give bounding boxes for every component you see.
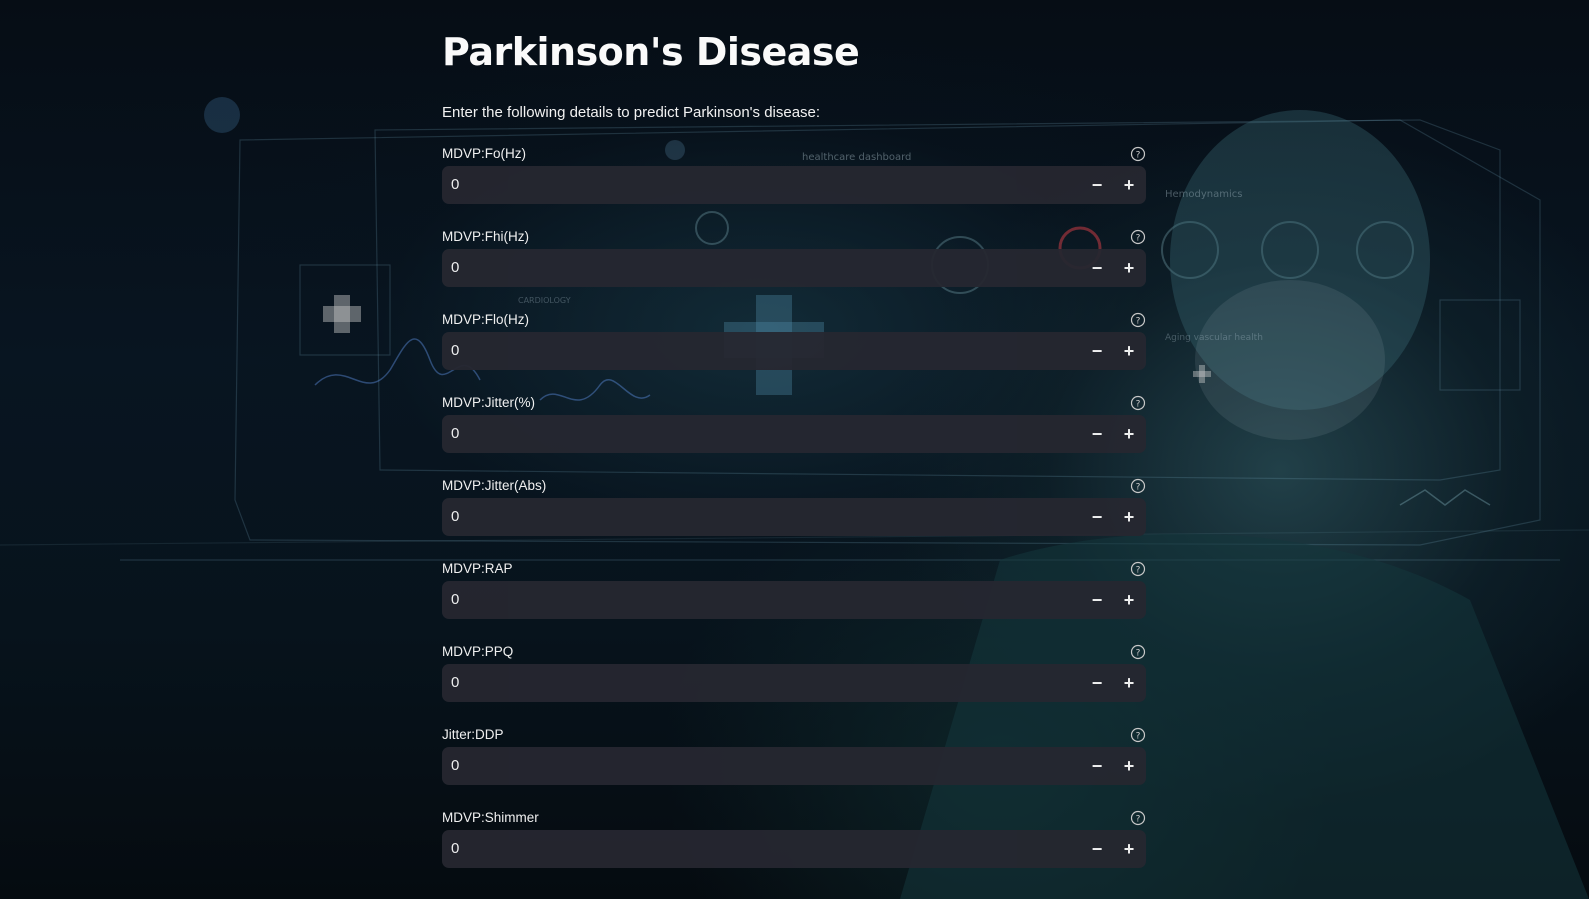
- increment-button[interactable]: +: [1113, 664, 1145, 702]
- svg-text:?: ?: [1136, 732, 1141, 742]
- increment-button[interactable]: +: [1113, 830, 1145, 868]
- increment-button[interactable]: +: [1113, 581, 1145, 619]
- field-mdvp-fhi-hz: MDVP:Fhi(Hz) ? − +: [442, 229, 1146, 305]
- number-input-container: − +: [442, 332, 1146, 370]
- number-input-container: − +: [442, 415, 1146, 453]
- increment-button[interactable]: +: [1113, 415, 1145, 453]
- decrement-button[interactable]: −: [1081, 581, 1113, 619]
- field-jitter-ddp: Jitter:DDP ? − +: [442, 727, 1146, 803]
- number-input[interactable]: [442, 249, 1062, 287]
- field-mdvp-fo-hz: MDVP:Fo(Hz) ? − +: [442, 146, 1146, 222]
- decrement-button[interactable]: −: [1081, 664, 1113, 702]
- question-circle-icon[interactable]: ?: [1130, 727, 1146, 743]
- number-input[interactable]: [442, 166, 1062, 204]
- field-label: MDVP:PPQ: [442, 644, 514, 659]
- field-mdvp-jitter-percent: MDVP:Jitter(%) ? − +: [442, 395, 1146, 471]
- decrement-button[interactable]: −: [1081, 249, 1113, 287]
- svg-text:?: ?: [1136, 400, 1141, 410]
- hemodynamics-text: Hemodynamics: [1165, 189, 1243, 200]
- increment-button[interactable]: +: [1113, 249, 1145, 287]
- svg-text:?: ?: [1136, 483, 1141, 493]
- field-mdvp-shimmer: MDVP:Shimmer ? − +: [442, 810, 1146, 886]
- question-circle-icon[interactable]: ?: [1130, 644, 1146, 660]
- number-input[interactable]: [442, 332, 1062, 370]
- increment-button[interactable]: +: [1113, 332, 1145, 370]
- question-circle-icon[interactable]: ?: [1130, 810, 1146, 826]
- increment-button[interactable]: +: [1113, 498, 1145, 536]
- decrement-button[interactable]: −: [1081, 747, 1113, 785]
- aging-vascular-health-text: Aging vascular health: [1165, 333, 1263, 343]
- number-input[interactable]: [442, 498, 1062, 536]
- number-input-container: − +: [442, 166, 1146, 204]
- decrement-button[interactable]: −: [1081, 830, 1113, 868]
- field-label: MDVP:RAP: [442, 561, 513, 576]
- svg-text:?: ?: [1136, 151, 1141, 161]
- svg-text:?: ?: [1136, 566, 1141, 576]
- number-input[interactable]: [442, 415, 1062, 453]
- svg-text:?: ?: [1136, 234, 1141, 244]
- decrement-button[interactable]: −: [1081, 166, 1113, 204]
- field-label: MDVP:Flo(Hz): [442, 312, 529, 327]
- field-label: Jitter:DDP: [442, 727, 504, 742]
- question-circle-icon[interactable]: ?: [1130, 229, 1146, 245]
- number-input-container: − +: [442, 830, 1146, 868]
- number-input[interactable]: [442, 664, 1062, 702]
- field-mdvp-ppq: MDVP:PPQ ? − +: [442, 644, 1146, 720]
- number-input-container: − +: [442, 747, 1146, 785]
- number-input-container: − +: [442, 581, 1146, 619]
- field-label: MDVP:Jitter(%): [442, 395, 536, 410]
- number-input-container: − +: [442, 249, 1146, 287]
- page-title: Parkinson's Disease: [442, 30, 860, 74]
- field-label: MDVP:Jitter(Abs): [442, 478, 547, 493]
- number-input-container: − +: [442, 498, 1146, 536]
- decrement-button[interactable]: −: [1081, 498, 1113, 536]
- svg-text:?: ?: [1136, 317, 1141, 327]
- svg-text:?: ?: [1136, 815, 1141, 825]
- field-label: MDVP:Shimmer: [442, 810, 539, 825]
- question-circle-icon[interactable]: ?: [1130, 478, 1146, 494]
- field-mdvp-rap: MDVP:RAP ? − +: [442, 561, 1146, 637]
- number-input[interactable]: [442, 830, 1062, 868]
- question-circle-icon[interactable]: ?: [1130, 312, 1146, 328]
- field-mdvp-flo-hz: MDVP:Flo(Hz) ? − +: [442, 312, 1146, 388]
- field-label: MDVP:Fhi(Hz): [442, 229, 529, 244]
- question-circle-icon[interactable]: ?: [1130, 561, 1146, 577]
- increment-button[interactable]: +: [1113, 747, 1145, 785]
- number-input[interactable]: [442, 747, 1062, 785]
- number-input[interactable]: [442, 581, 1062, 619]
- question-circle-icon[interactable]: ?: [1130, 395, 1146, 411]
- field-mdvp-jitter-abs: MDVP:Jitter(Abs) ? − +: [442, 478, 1146, 554]
- page-subtitle: Enter the following details to predict P…: [442, 104, 821, 121]
- number-input-container: − +: [442, 664, 1146, 702]
- question-circle-icon[interactable]: ?: [1130, 146, 1146, 162]
- decrement-button[interactable]: −: [1081, 332, 1113, 370]
- decrement-button[interactable]: −: [1081, 415, 1113, 453]
- increment-button[interactable]: +: [1113, 166, 1145, 204]
- field-label: MDVP:Fo(Hz): [442, 146, 526, 161]
- svg-text:?: ?: [1136, 649, 1141, 659]
